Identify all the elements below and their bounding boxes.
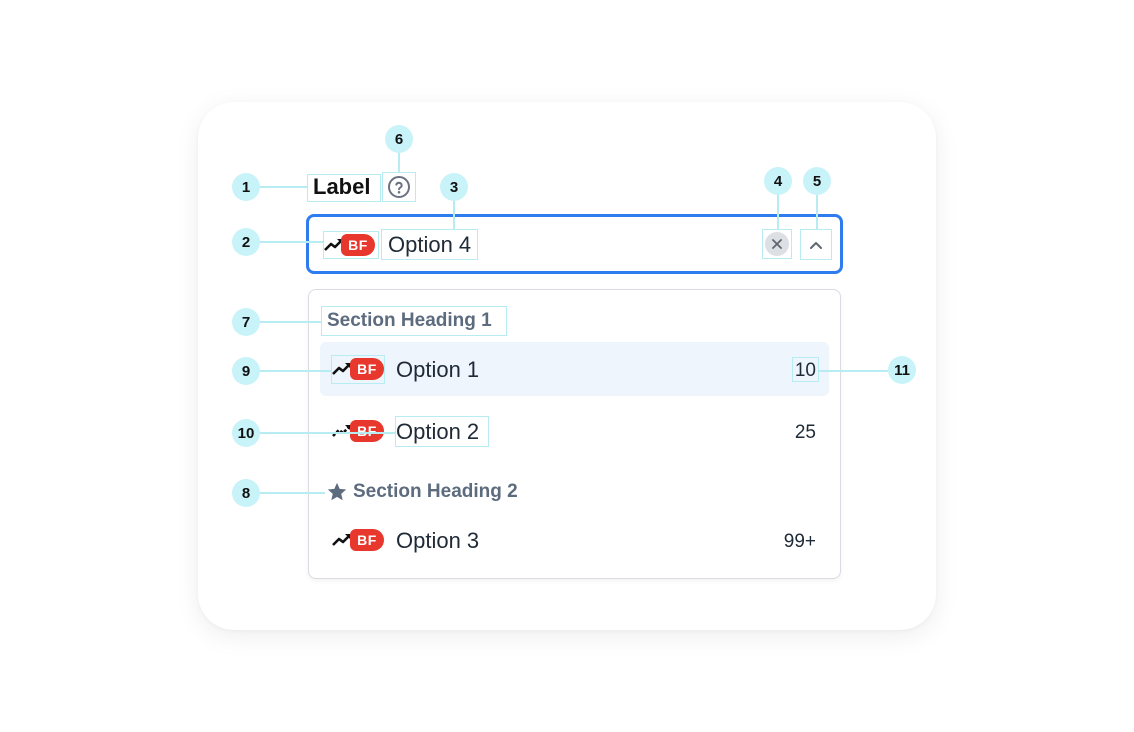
option-count: 10: [794, 360, 816, 381]
select-input[interactable]: [306, 214, 843, 274]
star-icon: [327, 482, 347, 501]
annotation-marker: 7: [232, 308, 260, 336]
annotation-marker: 9: [232, 357, 260, 385]
help-icon[interactable]: [387, 175, 411, 199]
annotation-line: [453, 200, 455, 229]
section-heading-1: Section Heading 1: [327, 310, 492, 331]
annotation-marker: 11: [888, 356, 916, 384]
option-label: Option 2: [396, 419, 480, 444]
bf-badge: BF: [341, 234, 375, 256]
field-label: Label: [313, 174, 371, 199]
annotation-marker: 5: [803, 167, 831, 195]
option-count: 99+: [783, 531, 816, 552]
annotation-line: [259, 370, 331, 372]
annotation-marker: 3: [440, 173, 468, 201]
annotation-line: [259, 432, 395, 434]
bf-badge: BF: [350, 358, 384, 380]
annotation-line: [259, 321, 321, 323]
section-heading-2: Section Heading 2: [353, 481, 518, 502]
annotation-marker: 8: [232, 479, 260, 507]
annotation-line: [398, 152, 400, 173]
annotation-line: [259, 186, 307, 188]
chevron-up-icon: [810, 242, 822, 249]
bf-badge: BF: [350, 529, 384, 551]
annotation-line: [819, 370, 888, 372]
clear-button[interactable]: [765, 232, 789, 256]
annotation-line: [816, 194, 818, 229]
option-label: Option 3: [396, 528, 480, 553]
selected-value: Option 4: [388, 232, 472, 257]
option-label: Option 1: [396, 357, 480, 382]
close-icon: [772, 239, 782, 249]
annotation-marker: 1: [232, 173, 260, 201]
annotation-marker: 10: [232, 419, 260, 447]
annotation-marker: 6: [385, 125, 413, 153]
bf-badge: BF: [350, 420, 384, 442]
annotation-line: [259, 492, 325, 494]
collapse-toggle-button[interactable]: [803, 232, 829, 258]
annotation-line: [259, 241, 323, 243]
annotation-marker: 2: [232, 228, 260, 256]
annotation-line: [777, 194, 779, 229]
annotation-marker: 4: [764, 167, 792, 195]
option-count: 25: [794, 422, 816, 443]
